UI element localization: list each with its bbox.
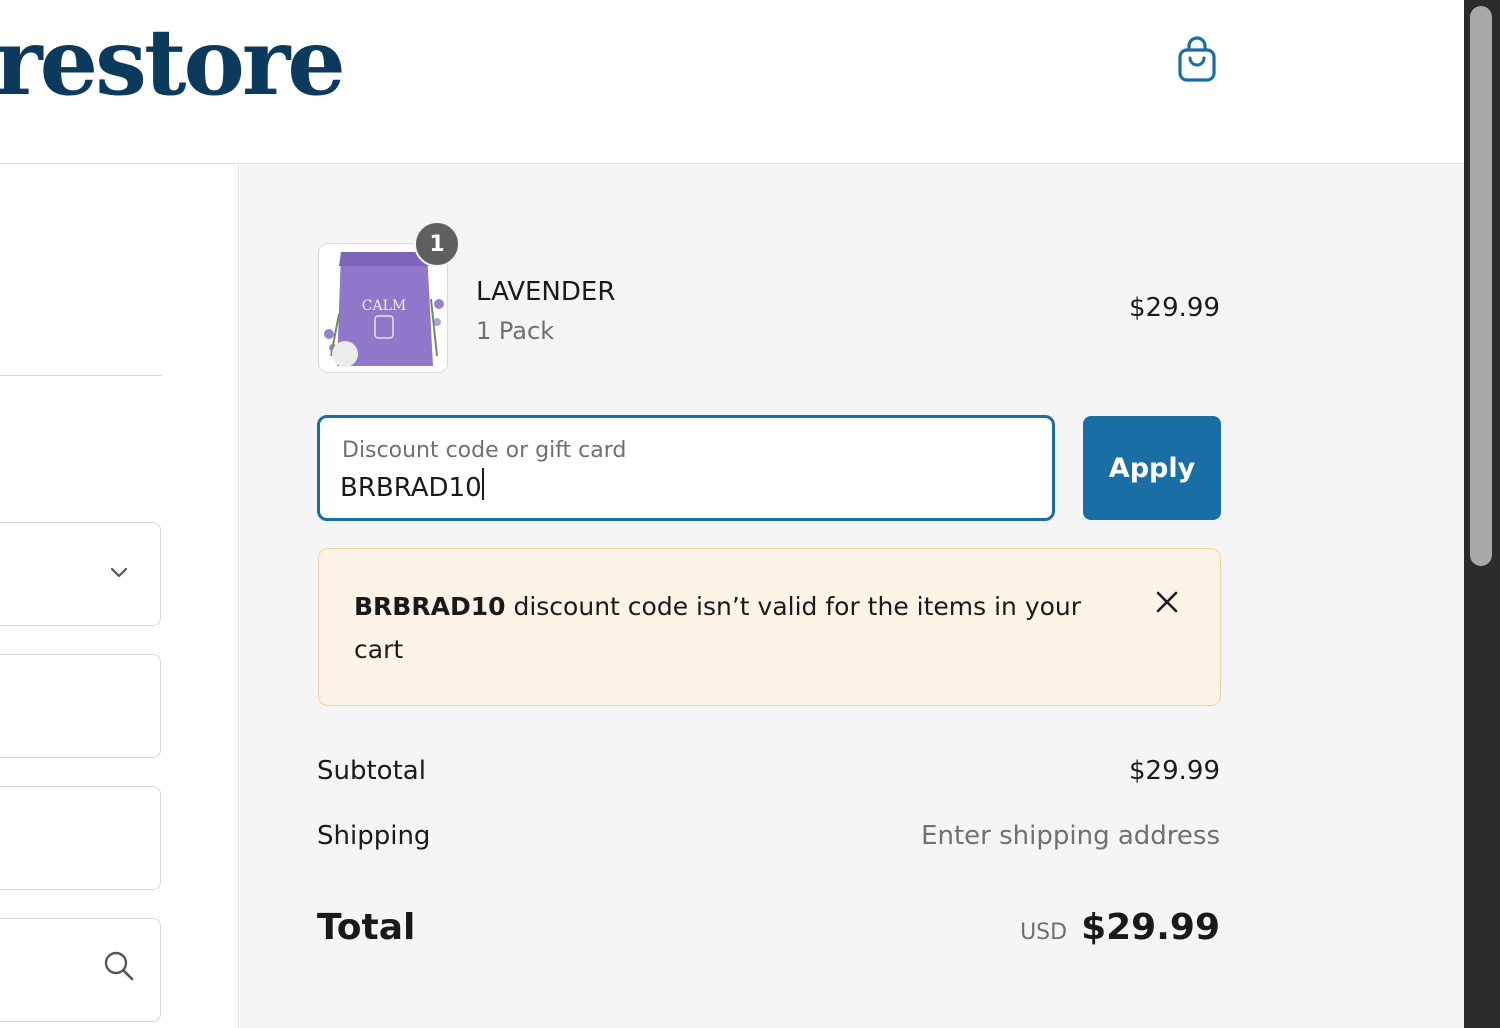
currency-code: USD [1020,920,1068,945]
store-logo[interactable]: ody restore [0,2,346,122]
discount-error-banner: BRBRAD10 discount code isn’t valid for t… [318,548,1221,706]
text-cursor [481,468,484,500]
page-scrollbar[interactable] [1464,0,1500,1028]
discount-input-value: BRBRAD10 [340,473,482,503]
discount-field-label: Discount code or gift card [342,438,627,463]
product-image-label: CALM [362,298,406,314]
shopping-bag-icon[interactable] [1176,36,1218,84]
product-name: LAVENDER [476,277,616,307]
scrollbar-thumb[interactable] [1470,6,1492,566]
country-select[interactable] [0,522,161,626]
shipping-value: Enter shipping address [921,821,1220,851]
apply-discount-button[interactable]: Apply [1083,416,1221,520]
address-search-field[interactable] [0,918,161,1022]
store-header: ody restore [0,0,1464,164]
discount-error-message: BRBRAD10 discount code isn’t valid for t… [354,585,1114,671]
total-label: Total [317,907,416,948]
search-icon [104,951,134,981]
quantity-badge: 1 [414,221,460,267]
total-amount: USD $29.99 [1020,907,1220,948]
name-field[interactable] [0,654,161,758]
close-icon[interactable] [1154,589,1180,615]
discount-field[interactable]: Discount code or gift card BRBRAD10 [317,415,1055,521]
discount-input[interactable]: BRBRAD10 [340,468,1030,506]
checkout-form-column [0,165,239,1028]
shipping-label: Shipping [317,821,431,851]
discount-error-code: BRBRAD10 [354,592,506,621]
subtotal-value: $29.99 [1129,756,1220,786]
order-summary: CALM 1 LAVENDER 1 Pack $29.99 Discount c… [240,165,1464,1028]
total-value: $29.99 [1081,907,1220,948]
product-price: $29.99 [1129,293,1220,323]
chevron-down-icon [110,567,128,578]
company-field[interactable] [0,786,161,890]
subtotal-label: Subtotal [317,756,426,786]
product-variant: 1 Pack [476,317,555,345]
section-divider [0,375,162,376]
